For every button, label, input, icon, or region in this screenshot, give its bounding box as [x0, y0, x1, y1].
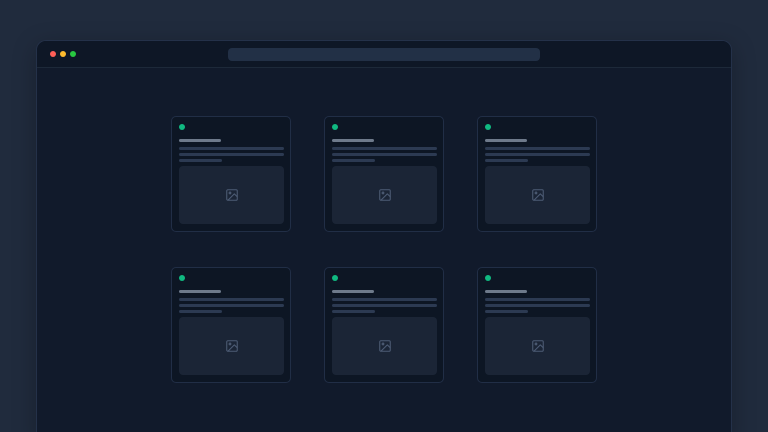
skeleton-title-bar — [332, 290, 374, 293]
status-dot-icon — [332, 275, 338, 281]
card[interactable] — [477, 267, 597, 383]
image-icon — [531, 339, 545, 353]
image-placeholder — [485, 317, 590, 376]
skeleton-text-line — [179, 298, 284, 301]
skeleton-text-line — [485, 298, 590, 301]
image-icon — [378, 188, 392, 202]
skeleton-title-bar — [485, 139, 527, 142]
status-dot-icon — [485, 275, 491, 281]
address-bar[interactable] — [228, 48, 540, 61]
image-icon — [225, 339, 239, 353]
skeleton-text-line — [485, 153, 590, 156]
page-content — [37, 68, 731, 383]
skeleton-text-line-short — [179, 159, 222, 162]
image-icon — [378, 339, 392, 353]
skeleton-title-bar — [332, 139, 374, 142]
image-placeholder — [485, 166, 590, 225]
image-placeholder — [179, 166, 284, 225]
close-button[interactable] — [50, 51, 56, 57]
status-dot-icon — [179, 124, 185, 130]
card-grid — [171, 116, 597, 383]
status-dot-icon — [485, 124, 491, 130]
browser-window — [36, 40, 732, 432]
card[interactable] — [171, 267, 291, 383]
image-placeholder — [332, 166, 437, 225]
skeleton-text-line — [332, 147, 437, 150]
card[interactable] — [477, 116, 597, 232]
skeleton-text-line — [332, 304, 437, 307]
image-icon — [531, 188, 545, 202]
skeleton-text-line — [179, 147, 284, 150]
skeleton-text-line — [485, 304, 590, 307]
window-titlebar[interactable] — [37, 41, 731, 68]
skeleton-text-line-short — [179, 310, 222, 313]
skeleton-text-line-short — [485, 310, 528, 313]
skeleton-text-line-short — [332, 159, 375, 162]
skeleton-text-line — [179, 304, 284, 307]
skeleton-text-line-short — [332, 310, 375, 313]
status-dot-icon — [332, 124, 338, 130]
skeleton-text-line — [332, 298, 437, 301]
image-placeholder — [332, 317, 437, 376]
image-placeholder — [179, 317, 284, 376]
desktop-background — [0, 0, 768, 432]
maximize-button[interactable] — [70, 51, 76, 57]
card[interactable] — [324, 267, 444, 383]
minimize-button[interactable] — [60, 51, 66, 57]
status-dot-icon — [179, 275, 185, 281]
window-controls — [50, 41, 76, 67]
skeleton-text-line — [332, 153, 437, 156]
skeleton-text-line — [179, 153, 284, 156]
image-icon — [225, 188, 239, 202]
skeleton-title-bar — [179, 290, 221, 293]
skeleton-text-line — [485, 147, 590, 150]
skeleton-text-line-short — [485, 159, 528, 162]
skeleton-title-bar — [485, 290, 527, 293]
card[interactable] — [171, 116, 291, 232]
skeleton-title-bar — [179, 139, 221, 142]
card[interactable] — [324, 116, 444, 232]
